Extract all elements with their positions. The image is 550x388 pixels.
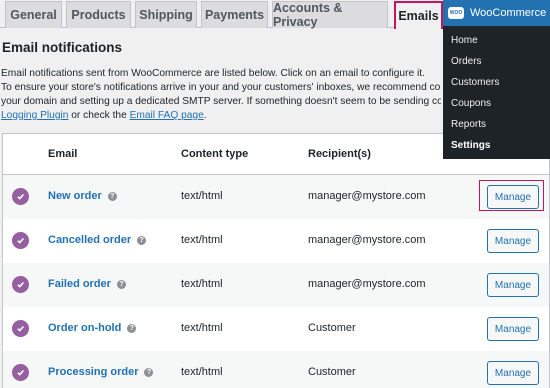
content-type: text/html [181, 278, 223, 290]
email-link-new-order[interactable]: New order? [48, 190, 117, 202]
enabled-check-icon [12, 276, 29, 293]
flyout-item-home[interactable]: Home [451, 35, 478, 46]
enabled-check-icon [12, 232, 29, 249]
tab-emails[interactable]: Emails [394, 1, 443, 29]
table-row: New order? text/html manager@mystore.com… [3, 175, 549, 219]
enabled-check-icon [12, 320, 29, 337]
email-name[interactable]: New order [48, 190, 102, 202]
flyout-item-customers[interactable]: Customers [451, 77, 499, 88]
flyout-item-orders[interactable]: Orders [451, 56, 482, 67]
flyout-header[interactable]: WOO WooCommerce [443, 0, 550, 26]
help-icon[interactable]: ? [144, 367, 154, 377]
help-icon[interactable]: ? [127, 323, 137, 333]
manage-button[interactable]: Manage [487, 317, 539, 341]
table-row: Failed order? text/html manager@mystore.… [3, 263, 549, 307]
content-type: text/html [181, 234, 223, 246]
help-icon[interactable]: ? [137, 235, 147, 245]
flyout-title[interactable]: WooCommerce [470, 7, 546, 19]
email-name[interactable]: Cancelled order [48, 234, 131, 246]
tab-products[interactable]: Products [66, 1, 131, 28]
tab-accounts-privacy[interactable]: Accounts & Privacy [272, 1, 388, 29]
intro-mid-text: or check the [68, 110, 130, 121]
email-link-processing-order[interactable]: Processing order? [48, 366, 154, 378]
content-type: text/html [181, 190, 223, 202]
email-link-cancelled-order[interactable]: Cancelled order? [48, 234, 147, 246]
email-link-failed-order[interactable]: Failed order? [48, 278, 126, 290]
page-title: Email notifications [2, 40, 123, 55]
flyout-item-coupons[interactable]: Coupons [451, 98, 491, 109]
email-name[interactable]: Order on-hold [48, 322, 121, 334]
table-row: Order on-hold? text/html Customer Manage [3, 307, 549, 351]
manage-button[interactable]: Manage [487, 273, 539, 297]
recipient: Customer [308, 366, 356, 378]
email-name[interactable]: Processing order [48, 366, 138, 378]
email-name[interactable]: Failed order [48, 278, 111, 290]
recipient: manager@mystore.com [308, 278, 426, 290]
logging-plugin-link[interactable]: Logging Plugin [1, 110, 68, 121]
email-notifications-table: Email Content type Recipient(s) New orde… [2, 133, 550, 388]
intro-text: Email notifications sent from WooCommerc… [1, 67, 441, 123]
manage-button[interactable]: Manage [487, 229, 539, 253]
header-email: Email [48, 148, 78, 160]
tab-shipping[interactable]: Shipping [135, 1, 197, 28]
intro-line-4: Logging Plugin or check the Email FAQ pa… [1, 109, 441, 123]
help-icon[interactable]: ? [107, 191, 117, 201]
recipient: manager@mystore.com [308, 190, 426, 202]
email-faq-link[interactable]: Email FAQ page [130, 110, 204, 121]
table-row: Processing order? text/html Customer Man… [3, 351, 549, 388]
enabled-check-icon [12, 364, 29, 381]
recipient: Customer [308, 322, 356, 334]
woo-logo-icon: WOO [448, 7, 464, 19]
enabled-check-icon [12, 188, 29, 205]
intro-line-1: Email notifications sent from WooCommerc… [1, 68, 425, 79]
content-type: text/html [181, 366, 223, 378]
intro-line-2: To ensure your store's notifications arr… [1, 82, 441, 93]
help-icon[interactable]: ? [116, 279, 126, 289]
woocommerce-flyout-menu: WOO WooCommerce Home Orders Customers Co… [443, 0, 550, 159]
flyout-item-settings[interactable]: Settings [451, 140, 490, 151]
flyout-item-reports[interactable]: Reports [451, 119, 486, 130]
header-content-type: Content type [181, 148, 249, 160]
table-row: Cancelled order? text/html manager@mysto… [3, 219, 549, 263]
intro-line-3: your domain and setting up a dedicated S… [1, 96, 441, 107]
tab-general[interactable]: General [5, 1, 62, 28]
header-recipients: Recipient(s) [308, 148, 371, 160]
content-type: text/html [181, 322, 223, 334]
email-link-order-on-hold[interactable]: Order on-hold? [48, 322, 137, 334]
recipient: manager@mystore.com [308, 234, 426, 246]
manage-button[interactable]: Manage [487, 361, 539, 385]
tab-payments[interactable]: Payments [201, 1, 268, 28]
manage-highlight-box [479, 180, 544, 211]
intro-end-text: . [203, 110, 207, 121]
